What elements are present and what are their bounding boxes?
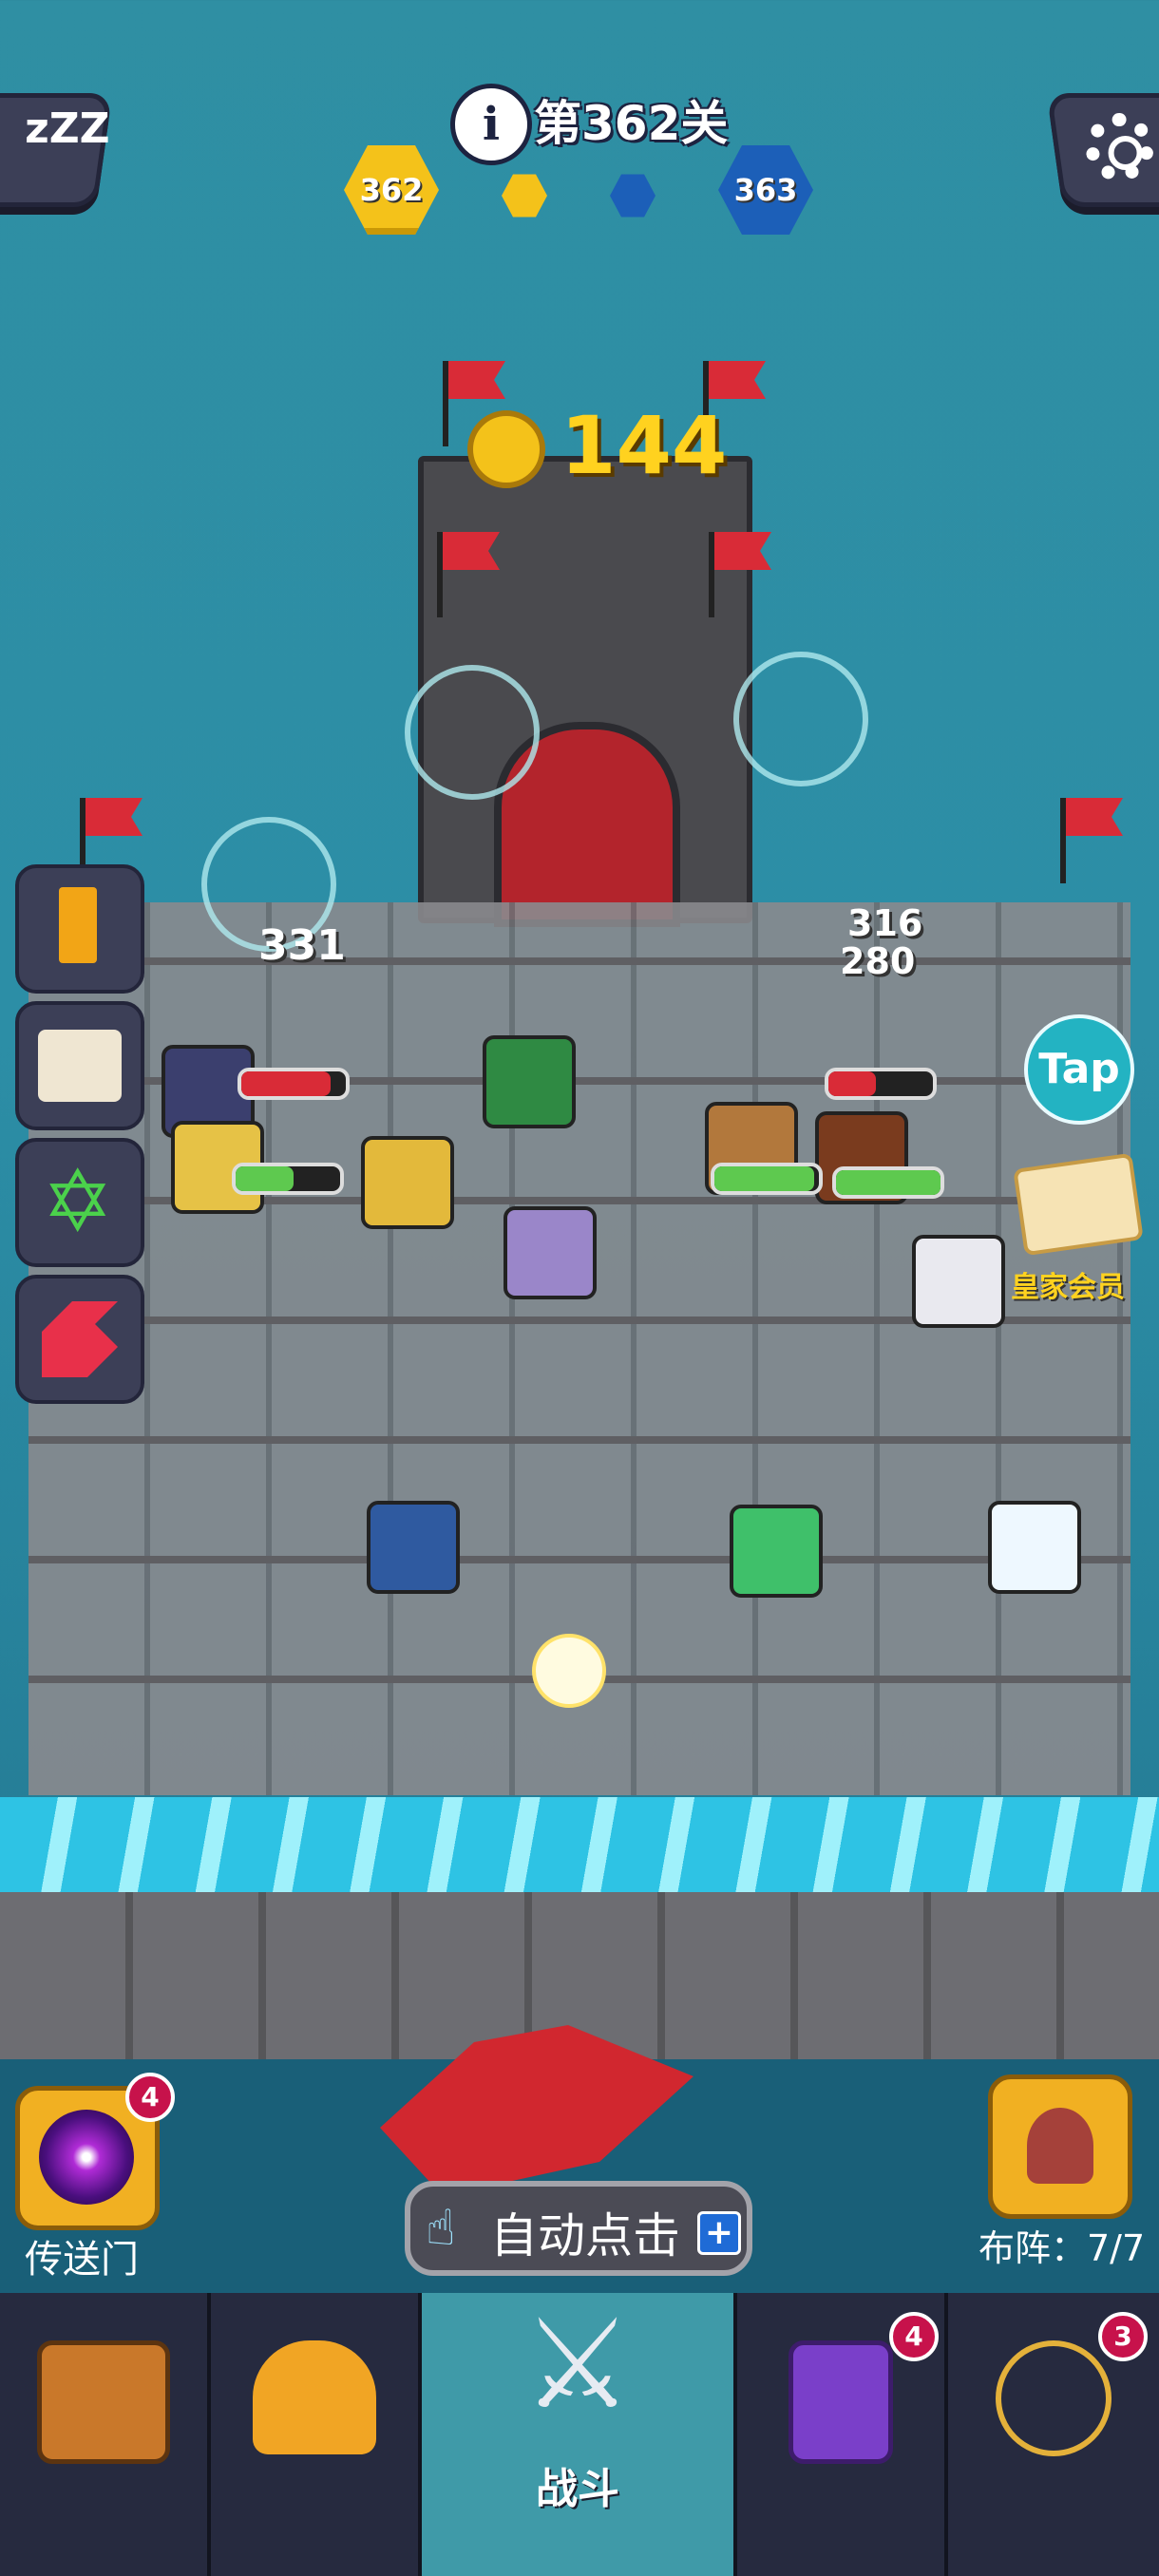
plus-icon[interactable]: + xyxy=(697,2211,741,2255)
ally-unit[interactable] xyxy=(483,1035,576,1128)
formation-label: 布阵：7/7 xyxy=(978,2227,1146,2269)
auto-click-label: 自动点击 xyxy=(490,2208,680,2263)
viking-helmet-icon xyxy=(253,2340,376,2454)
tab-spellbook[interactable]: 4 xyxy=(737,2293,948,2576)
ally-hp-bar xyxy=(232,1163,344,1195)
board-flag xyxy=(1060,798,1066,883)
tab-battle[interactable]: ⚔ 战斗 xyxy=(422,2293,737,2576)
ally-unit[interactable] xyxy=(988,1501,1081,1594)
castle-flag xyxy=(443,361,448,446)
spellbook-icon xyxy=(788,2340,893,2464)
hero-portrait-icon xyxy=(1027,2108,1093,2184)
ally-unit[interactable] xyxy=(504,1206,597,1299)
next-level-badge: 363 xyxy=(718,145,813,235)
tab-amulet[interactable]: 3 xyxy=(948,2293,1159,2576)
progress-hex-yellow xyxy=(502,174,547,218)
enemy-hp-bar xyxy=(825,1068,937,1100)
ally-hp-bar xyxy=(832,1166,944,1199)
ally-unit[interactable] xyxy=(367,1501,460,1594)
hexagram-icon: ✡ xyxy=(42,1152,114,1252)
crossed-swords-icon: ⚔ xyxy=(522,2292,634,2436)
portal-icon xyxy=(39,2110,134,2205)
vip-label[interactable]: 皇家会员 xyxy=(1011,1263,1125,1305)
treasure-chest-icon xyxy=(37,2340,170,2464)
spellbook-badge: 4 xyxy=(889,2312,939,2361)
coin-icon xyxy=(467,410,545,488)
auto-click-button[interactable]: ☝ 自动点击 + xyxy=(405,2181,752,2276)
boost-button[interactable] xyxy=(15,1275,144,1404)
amulet-badge: 3 xyxy=(1098,2312,1148,2361)
info-icon[interactable]: i xyxy=(450,84,532,165)
ally-unit[interactable] xyxy=(361,1136,454,1229)
arrow-icon xyxy=(42,1301,118,1377)
hand-pointer-icon: ☝ xyxy=(426,2200,456,2257)
amulet-icon xyxy=(996,2340,1112,2456)
damage-number: 316 xyxy=(847,902,923,944)
portal-badge: 4 xyxy=(125,2073,175,2122)
current-level-badge: 362 xyxy=(344,145,439,235)
tab-chest[interactable] xyxy=(0,2293,211,2576)
level-title: 第362关 xyxy=(534,96,729,151)
tap-button[interactable]: Tap xyxy=(1024,1014,1134,1125)
sleep-icon: zZZ xyxy=(25,104,110,153)
progress-hex-blue xyxy=(610,174,656,218)
ranking-button[interactable] xyxy=(15,864,144,994)
quest-scroll-button[interactable] xyxy=(15,1001,144,1130)
castle-flag xyxy=(709,532,714,617)
enemy-hp-bar xyxy=(238,1068,350,1100)
podium-icon xyxy=(59,887,97,963)
energy-orb xyxy=(532,1634,606,1708)
tab-heroes[interactable] xyxy=(211,2293,422,2576)
spawn-ring xyxy=(405,665,540,800)
vip-card-icon[interactable] xyxy=(1013,1152,1144,1257)
damage-number: 331 xyxy=(258,921,346,970)
spawn-ring xyxy=(733,652,868,786)
river xyxy=(0,1797,1159,1892)
ally-hp-bar xyxy=(711,1163,823,1195)
formation-button[interactable] xyxy=(988,2074,1132,2219)
portal-label: 传送门 xyxy=(25,2238,139,2282)
ally-unit[interactable] xyxy=(912,1235,1005,1328)
ally-unit[interactable] xyxy=(730,1505,823,1598)
gear-icon xyxy=(1085,113,1154,181)
castle-flag xyxy=(437,532,443,617)
settings-button[interactable] xyxy=(1046,93,1159,207)
coin-value: 144 xyxy=(560,399,728,492)
scroll-icon xyxy=(38,1030,122,1102)
damage-number: 280 xyxy=(840,940,916,982)
hexagram-button[interactable]: ✡ xyxy=(15,1138,144,1267)
sleep-button[interactable]: zZZ xyxy=(0,93,113,207)
